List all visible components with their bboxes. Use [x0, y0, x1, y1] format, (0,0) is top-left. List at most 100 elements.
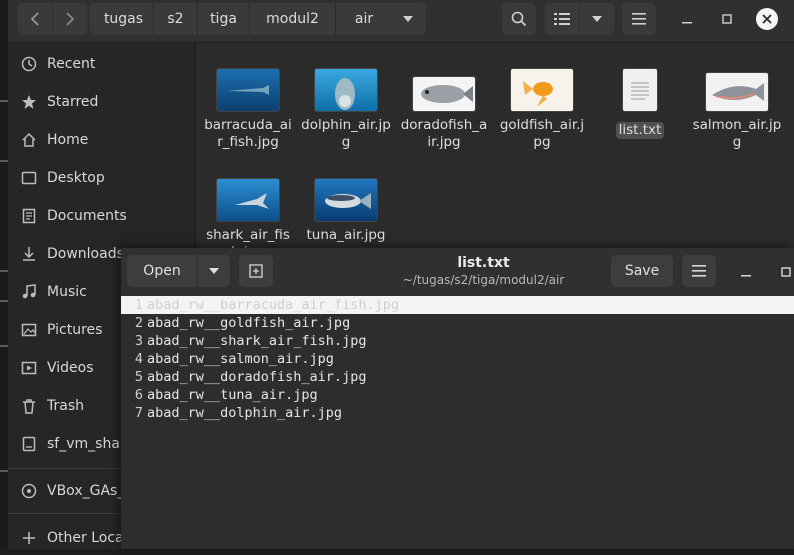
open-button[interactable]: Open	[127, 255, 197, 287]
close-icon	[762, 14, 772, 24]
plus-icon	[20, 529, 38, 547]
chevron-down-icon	[592, 16, 602, 22]
document-icon	[20, 207, 38, 225]
hamburger-icon	[632, 13, 646, 25]
sidebar-item-label: Other Locat	[47, 530, 130, 546]
main-menu-button[interactable]	[622, 3, 656, 35]
editor-menu-button[interactable]	[682, 255, 716, 287]
sidebar-item-label: Videos	[47, 360, 94, 376]
image-thumbnail	[705, 72, 769, 112]
sidebar-item-label: sf_vm_shar	[47, 436, 126, 452]
maximize-icon	[781, 267, 791, 277]
search-button[interactable]	[502, 3, 536, 35]
minimize-icon	[682, 22, 692, 24]
list-view-icon	[554, 13, 570, 25]
file-item-dolphin[interactable]: dolphin_air.jpg	[301, 68, 391, 151]
home-icon	[20, 131, 38, 149]
file-name: dolphin_air.jpg	[301, 117, 391, 150]
line-number: 2	[134, 315, 143, 331]
maximize-icon	[722, 14, 732, 24]
line-number: 3	[134, 333, 143, 349]
view-list-button[interactable]	[545, 3, 579, 35]
chevron-down-icon	[209, 268, 219, 274]
minimize-button[interactable]	[676, 8, 698, 30]
editor-title: list.txt ~/tugas/s2/tiga/modul2/air	[361, 255, 606, 289]
breadcrumb-menu-button[interactable]	[392, 3, 424, 35]
back-button[interactable]	[18, 3, 52, 35]
sidebar-item-recent[interactable]: Recent	[8, 47, 195, 81]
editor-minimize-button[interactable]	[735, 261, 757, 283]
chevron-right-icon	[66, 12, 75, 26]
file-item-list-txt[interactable]: list.txt	[595, 68, 685, 139]
download-icon	[20, 245, 38, 263]
sidebar-item-label: Starred	[47, 94, 99, 110]
maximize-button[interactable]	[716, 8, 738, 30]
sidebar-item-label: Pictures	[47, 322, 103, 338]
line-number: 1	[134, 297, 143, 313]
code-line: abad_rw__barracuda_air_fish.jpg	[147, 297, 399, 313]
breadcrumb-item-s2[interactable]: s2	[154, 3, 198, 35]
sidebar-item-documents[interactable]: Documents	[8, 199, 195, 233]
sidebar-item-starred[interactable]: Starred	[8, 85, 195, 119]
document-path: ~/tugas/s2/tiga/modul2/air	[402, 273, 565, 287]
disc-icon	[20, 482, 38, 500]
document-title: list.txt	[457, 255, 510, 271]
sidebar-item-label: VBox_GAs_	[47, 483, 125, 499]
music-icon	[20, 283, 38, 301]
code-line: abad_rw__salmon_air.jpg	[147, 351, 334, 367]
file-name: goldfish_air.jpg	[499, 117, 585, 150]
line-number: 7	[134, 405, 143, 421]
code-line: abad_rw__shark_air_fish.jpg	[147, 333, 367, 349]
file-manager-headerbar: tugas s2 tiga modul2 air	[8, 0, 794, 43]
line-number: 5	[134, 369, 143, 385]
star-icon	[20, 93, 38, 111]
video-icon	[20, 359, 38, 377]
file-item-doradofish[interactable]: doradofish_air.jpg	[399, 76, 489, 151]
file-item-barracuda[interactable]: barracuda_air_fish.jpg	[203, 68, 293, 151]
view-options-button[interactable]	[580, 3, 614, 35]
file-name: doradofish_air.jpg	[400, 117, 488, 150]
image-thumbnail	[314, 178, 378, 222]
text-file-icon	[622, 68, 658, 112]
image-thumbnail	[314, 68, 378, 112]
search-icon	[511, 11, 527, 27]
sidebar-item-label: Music	[47, 284, 87, 300]
file-item-salmon[interactable]: salmon_air.jpg	[692, 72, 782, 151]
breadcrumb-item-tugas[interactable]: tugas	[94, 3, 154, 35]
sidebar-item-label: Recent	[47, 56, 96, 72]
new-tab-button[interactable]	[239, 255, 273, 287]
open-recent-button[interactable]	[198, 255, 230, 287]
code-line: abad_rw__dolphin_air.jpg	[147, 405, 343, 421]
minimize-icon	[741, 275, 751, 277]
save-button[interactable]: Save	[611, 255, 673, 287]
chevron-down-icon	[403, 16, 413, 22]
editor-headerbar: Open list.txt ~/tugas/s2/tiga/modul2/air…	[121, 248, 794, 299]
close-button[interactable]	[756, 8, 778, 30]
code-line: abad_rw__tuna_air.jpg	[147, 387, 318, 403]
sidebar-item-label: Downloads	[47, 246, 124, 262]
editor-maximize-button[interactable]	[775, 261, 794, 283]
file-name: tuna_air.jpg	[306, 227, 386, 243]
file-name: barracuda_air_fish.jpg	[204, 117, 292, 150]
breadcrumb-item-modul2[interactable]: modul2	[250, 3, 336, 35]
breadcrumb-item-air[interactable]: air	[336, 3, 392, 35]
sidebar-item-desktop[interactable]: Desktop	[8, 161, 195, 195]
sidebar-item-home[interactable]: Home	[8, 123, 195, 157]
code-line: abad_rw__goldfish_air.jpg	[147, 315, 351, 331]
text-editor-window: Open list.txt ~/tugas/s2/tiga/modul2/air…	[121, 248, 794, 549]
image-thumbnail	[510, 68, 574, 112]
file-item-tuna[interactable]: tuna_air.jpg	[301, 178, 391, 244]
image-thumbnail	[216, 178, 280, 222]
breadcrumb-item-tiga[interactable]: tiga	[198, 3, 250, 35]
current-line-highlight: 1 abad_rw__barracuda_air_fish.jpg	[121, 296, 794, 314]
new-document-icon	[249, 264, 263, 278]
drive-icon	[20, 435, 38, 453]
sidebar-item-label: Trash	[47, 398, 84, 414]
clock-icon	[20, 55, 38, 73]
line-number: 6	[134, 387, 143, 403]
hamburger-icon	[692, 265, 706, 277]
file-item-goldfish[interactable]: goldfish_air.jpg	[497, 68, 587, 151]
desktop-icon	[20, 169, 38, 187]
forward-button[interactable]	[53, 3, 87, 35]
image-thumbnail	[412, 76, 476, 112]
